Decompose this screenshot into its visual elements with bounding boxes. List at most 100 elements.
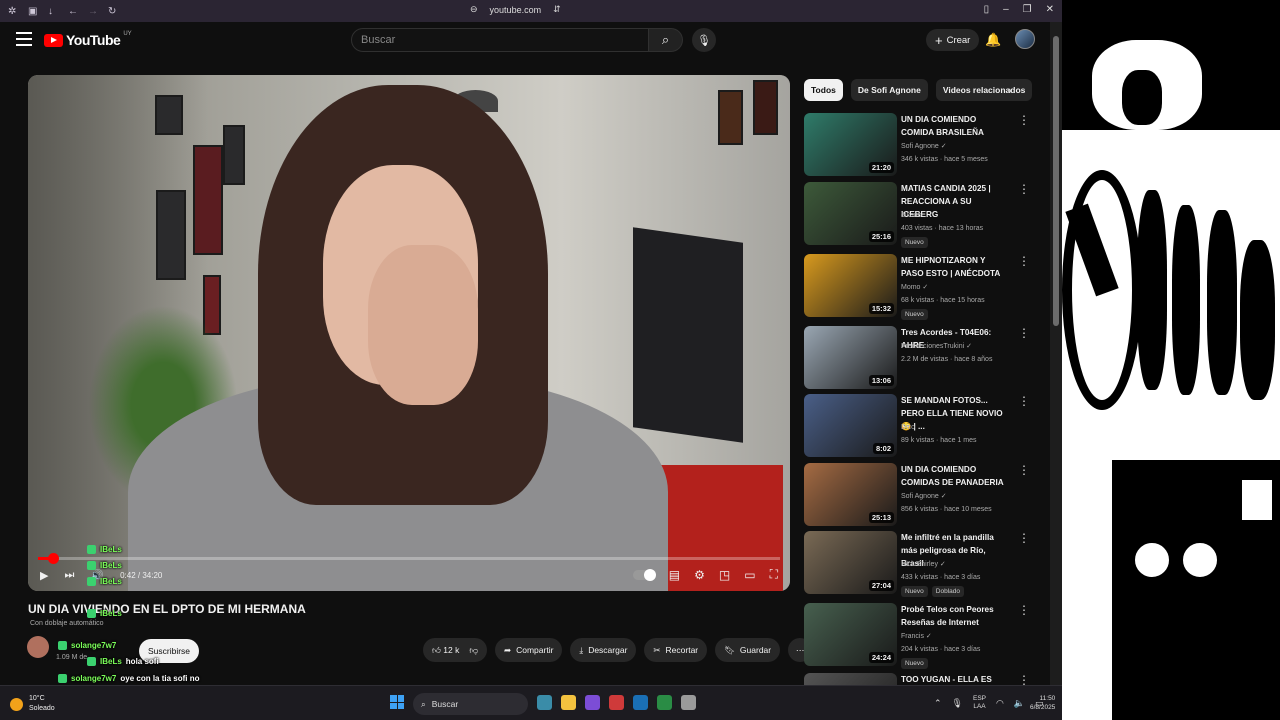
maximize-icon[interactable]: ❐ [1023,4,1032,15]
browser-icon[interactable] [585,695,600,710]
page-scrollbar[interactable] [1050,22,1062,685]
more-vert-icon[interactable]: ⋮ [1018,394,1030,408]
like-button[interactable]: 👍︎ 12 k [432,645,459,656]
forward-icon[interactable]: → [88,6,98,17]
recommendation-card[interactable]: 25:16 MATIAS CANDIA 2025 | REACCIONA A SU… [804,182,1039,248]
recommendation-channel[interactable]: Dico [901,421,915,434]
recommendation-title[interactable]: Probé Telos con Peores Reseñas de Intern… [901,603,1009,629]
fullscreen-icon[interactable]: ⛶ [770,567,778,582]
play-icon[interactable]: ▶ [40,569,48,582]
video-thumbnail[interactable]: 27:04 [804,531,897,594]
download-button[interactable]: ⤓ Descargar [570,638,637,662]
windows-start-icon[interactable] [390,695,404,709]
weather-widget[interactable]: 10°C Soleado [10,694,55,714]
recommendation-card[interactable]: 8:02 SE MANDAN FOTOS... PERO ELLA TIENE N… [804,394,1039,458]
video-thumbnail[interactable]: 24:24 [804,603,897,666]
recommendation-card[interactable]: 15:32 ME HIPNOTIZARON Y PASO ESTO | ANÉCD… [804,254,1039,320]
video-thumbnail[interactable]: 21:20 [804,113,897,176]
microphone-icon[interactable]: 🎙 [952,698,963,709]
steam-icon[interactable] [633,695,648,710]
recommendation-channel[interactable]: Momo ✓ [901,281,928,294]
search-button[interactable]: ⌕ [649,28,683,52]
more-vert-icon[interactable]: ⋮ [1018,182,1030,196]
autoplay-toggle[interactable] [632,568,656,581]
more-vert-icon[interactable]: ⋮ [1018,113,1030,127]
more-vert-icon[interactable]: ⋮ [1018,531,1030,545]
sidebar-icon[interactable]: ▣ [28,6,38,17]
save-button[interactable]: 🔖︎ Guardar [715,638,781,662]
app-icon-3[interactable] [681,695,696,710]
seek-bar[interactable] [38,553,780,564]
create-button[interactable]: + Crear [926,29,980,51]
clip-button[interactable]: ✂ Recortar [644,638,708,662]
voice-search-button[interactable]: 🎙 [692,28,716,52]
settings-gear-icon[interactable]: ⚙ [694,568,705,582]
seek-handle[interactable] [47,553,59,564]
chip-from-channel[interactable]: De Sofi Agnone [850,79,928,101]
video-thumbnail[interactable]: 25:13 [804,463,897,526]
language-indicator[interactable]: ESP LAA [973,695,986,711]
taskbar-search-label: Buscar [431,699,459,709]
recommendation-channel[interactable]: 5ikario [901,209,922,222]
recommendation-channel[interactable]: Sofi Agnone ✓ [901,140,947,153]
share-button[interactable]: ➦ Compartir [494,638,563,662]
recommendation-card[interactable]: 13:06 Tres Acordes - T04E06: AHRE ⋮ Producc… [804,326,1039,390]
recommendation-title[interactable]: SE MANDAN FOTOS... PERO ELLA TIENE NOVIO… [901,394,1009,433]
extensions-icon[interactable]: ✲ [8,6,18,17]
recommendation-title[interactable]: UN DIA COMIENDO COMIDAS DE PANADERIA [901,463,1009,489]
recommendation-channel[interactable]: ProduccionesTrukini ✓ [901,340,972,353]
channel-avatar[interactable] [27,636,49,658]
more-vert-icon[interactable]: ⋮ [1018,254,1030,268]
more-vert-icon[interactable]: ⋮ [1018,463,1030,477]
notifications-icon[interactable]: 🔔 [985,32,1001,48]
file-explorer-icon[interactable] [561,695,576,710]
page-settings-icon[interactable]: ⇵ [553,4,561,15]
recommendation-title[interactable]: ME HIPNOTIZARON Y PASO ESTO | ANÉCDOTA [901,254,1009,280]
minimize-icon[interactable]: – [1003,4,1009,15]
chip-all[interactable]: Todos [804,79,843,101]
dislike-button[interactable]: 👎︎ [469,645,478,656]
close-icon[interactable]: ✕ [1046,4,1054,15]
theater-mode-icon[interactable]: ▭ [744,568,755,582]
app-icon-2[interactable] [657,695,672,710]
split-view-icon[interactable]: ▯ [984,4,990,15]
system-clock[interactable]: 11:50 6/8/2025 [1030,694,1055,712]
search-input[interactable]: Buscar [351,28,649,52]
download-icon[interactable]: ↓ [48,6,58,17]
recommendation-channel[interactable]: Sofi Agnone ✓ [901,490,947,503]
video-badge: Doblado [931,586,965,597]
chip-related[interactable]: Videos relacionados [935,79,1033,101]
chevron-right-icon[interactable]: › [1008,85,1012,97]
app-icon[interactable] [609,695,624,710]
recommendation-card[interactable]: 27:04 Me infiltré en la pandilla más peli… [804,531,1039,597]
next-icon[interactable]: ⏭ [64,569,74,582]
video-thumbnail[interactable]: 8:02 [804,394,897,457]
miniplayer-icon[interactable]: ◳ [719,568,730,582]
chevron-up-icon[interactable]: ⌃ [934,698,942,709]
more-vert-icon[interactable]: ⋮ [1018,326,1030,340]
recommendation-card[interactable]: 24:24 Probé Telos con Peores Reseñas de I… [804,603,1039,669]
youtube-logo[interactable]: YouTube UY [44,31,132,48]
scrollbar-thumb[interactable] [1053,36,1059,326]
back-icon[interactable]: ← [68,6,78,17]
account-avatar[interactable] [1015,29,1035,49]
volume-icon[interactable]: 🔈 [1014,698,1025,709]
taskbar-search[interactable]: ⌕ Buscar [413,693,528,715]
wifi-icon[interactable]: ◠ [996,698,1004,709]
recommendation-card[interactable]: 25:13 UN DIA COMIENDO COMIDAS DE PANADERI… [804,463,1039,527]
menu-button[interactable] [16,32,32,46]
recommendation-title[interactable]: UN DIA COMIENDO COMIDA BRASILEÑA [901,113,1009,139]
reload-icon[interactable]: ↻ [108,6,118,17]
more-vert-icon[interactable]: ⋮ [1018,603,1030,617]
app-widget-icon[interactable] [537,695,552,710]
recommendation-card[interactable]: 21:20 UN DIA COMIENDO COMIDA BRASILEÑA ⋮ So… [804,113,1039,177]
scissors-icon: ✂ [653,644,661,655]
video-thumbnail[interactable]: 15:32 [804,254,897,317]
address-bar[interactable]: ⊖ youtube.com ⇵ [470,4,561,15]
video-thumbnail[interactable]: 13:06 [804,326,897,389]
video-player[interactable]: ▶ ⏭ 🔊 0:42 / 34:20 ▤ ⚙ ◳ ▭ ⛶ [28,75,790,591]
video-thumbnail[interactable]: 25:16 [804,182,897,245]
recommendation-channel[interactable]: Nick Shirley ✓ [901,558,946,571]
subtitles-icon[interactable]: ▤ [669,568,680,582]
recommendation-channel[interactable]: Francis ✓ [901,630,932,643]
